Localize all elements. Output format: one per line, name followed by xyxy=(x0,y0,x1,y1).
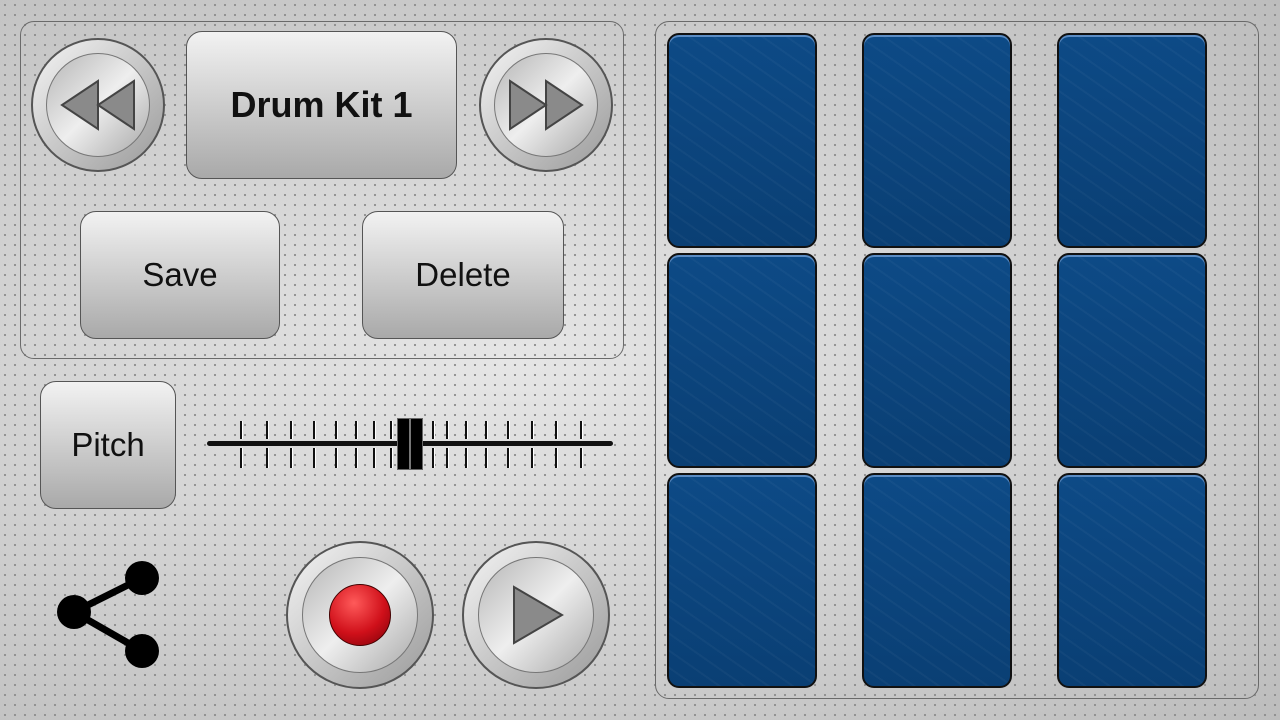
slider-tick xyxy=(555,448,557,468)
drum-pad-1[interactable] xyxy=(667,33,817,248)
slider-tick xyxy=(290,448,292,468)
slider-tick xyxy=(432,421,434,439)
slider-tick xyxy=(446,421,448,439)
slider-tick xyxy=(485,448,487,468)
play-icon xyxy=(513,585,564,645)
slider-tick xyxy=(446,448,448,468)
rewind-icon xyxy=(60,79,135,131)
kit-name-button[interactable]: Drum Kit 1 xyxy=(186,31,457,179)
drum-pad-2[interactable] xyxy=(862,33,1012,248)
play-button[interactable] xyxy=(462,541,610,689)
slider-tick xyxy=(432,448,434,468)
slider-tick xyxy=(580,448,582,468)
drum-pad-6[interactable] xyxy=(1057,253,1207,468)
slider-tick xyxy=(290,421,292,439)
slider-tick xyxy=(355,421,357,439)
pitch-button[interactable]: Pitch xyxy=(40,381,176,509)
next-kit-button[interactable] xyxy=(479,38,613,172)
drum-pad-5[interactable] xyxy=(862,253,1012,468)
slider-tick xyxy=(555,421,557,439)
slider-tick xyxy=(531,421,533,439)
slider-tick xyxy=(507,448,509,468)
slider-tick xyxy=(240,421,242,439)
drum-pad-4[interactable] xyxy=(667,253,817,468)
drum-pad-9[interactable] xyxy=(1057,473,1207,688)
slider-tick xyxy=(313,448,315,468)
slider-tick xyxy=(335,448,337,468)
slider-tick xyxy=(507,421,509,439)
slider-tick xyxy=(531,448,533,468)
delete-button[interactable]: Delete xyxy=(362,211,564,339)
slider-tick xyxy=(390,448,392,468)
slider-tick xyxy=(266,421,268,439)
slider-tick xyxy=(266,448,268,468)
pitch-slider[interactable] xyxy=(205,415,615,475)
slider-tick xyxy=(465,448,467,468)
record-icon xyxy=(329,584,391,646)
slider-tick xyxy=(373,448,375,468)
slider-tick xyxy=(313,421,315,439)
slider-tick xyxy=(390,421,392,439)
fast-forward-icon xyxy=(509,79,584,131)
share-icon[interactable] xyxy=(52,558,162,670)
slider-thumb[interactable] xyxy=(397,418,423,470)
drum-pad-8[interactable] xyxy=(862,473,1012,688)
slider-tick xyxy=(240,448,242,468)
drum-pad-7[interactable] xyxy=(667,473,817,688)
slider-tick xyxy=(485,421,487,439)
drum-pad-3[interactable] xyxy=(1057,33,1207,248)
previous-kit-button[interactable] xyxy=(31,38,165,172)
slider-tick xyxy=(580,421,582,439)
slider-tick xyxy=(355,448,357,468)
slider-tick xyxy=(373,421,375,439)
record-button[interactable] xyxy=(286,541,434,689)
slider-tick xyxy=(465,421,467,439)
save-button[interactable]: Save xyxy=(80,211,280,339)
slider-tick xyxy=(335,421,337,439)
